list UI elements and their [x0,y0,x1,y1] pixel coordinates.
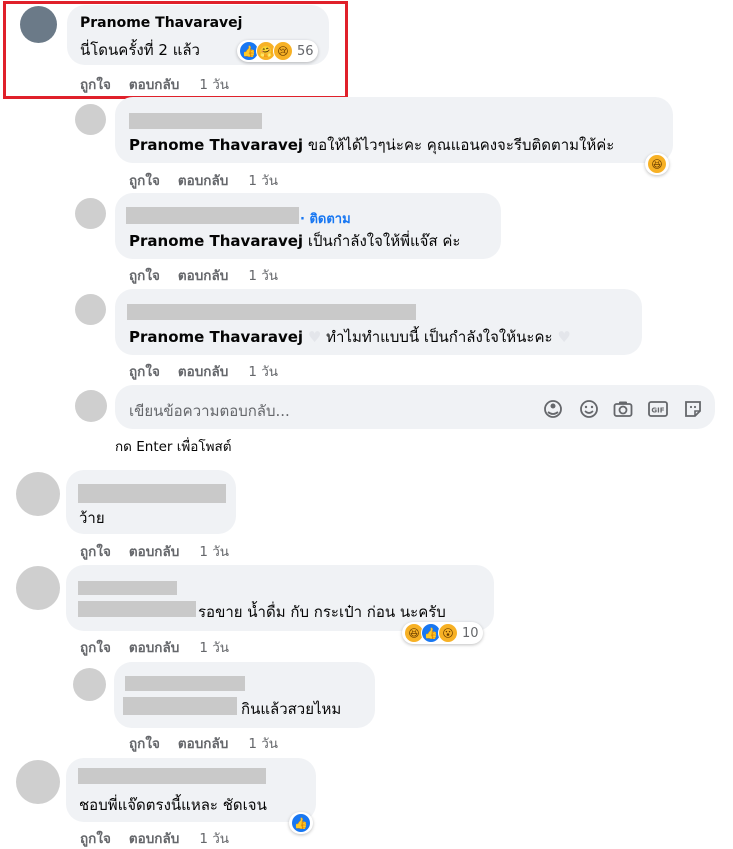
mentioned-author[interactable]: Pranome Thavaravej [129,232,303,250]
timestamp[interactable]: 1 วัน [199,73,229,95]
comment-text: รอขาย น้ำดื่ม กับ กระเป๋า ก่อน นะครับ [198,603,446,621]
avatar[interactable] [16,472,60,516]
redacted-name [78,768,266,784]
like-button[interactable]: ถูกใจ [129,360,160,382]
reply-text: Pranome Thavaravej ♥ ทำไมทำแบบนี้ เป็นกำ… [129,325,571,349]
white-heart-icon: ♥ [307,328,322,346]
comment-actions: ถูกใจ ตอบกลับ 1 วัน [80,73,229,95]
reply-button[interactable]: ตอบกลับ [178,360,228,382]
avatar[interactable] [75,198,106,229]
reply-body: ขอให้ได้ไวๆน่ะคะ คุณแอนคงจะรีบติดตามให้ค… [307,136,615,154]
reply-button[interactable]: ตอบกลับ [129,636,179,658]
emoji-icon[interactable] [578,398,600,420]
comment-actions: ถูกใจ ตอบกลับ 1 วัน [129,264,278,286]
reaction-summary[interactable]: 👍 🤗 😢 56 [237,40,318,62]
timestamp[interactable]: 1 วัน [199,636,229,658]
like-button[interactable]: ถูกใจ [80,73,111,95]
comment-text: กินแล้วสวยไหม [241,700,342,718]
reply-input-placeholder[interactable]: เขียนข้อความตอบกลับ... [129,399,290,423]
like-button[interactable]: ถูกใจ [129,264,160,286]
redacted-name [129,113,262,129]
reply-text: Pranome Thavaravej ขอให้ได้ไวๆน่ะคะ คุณแ… [129,133,614,157]
comment-text: นี่โดนครั้งที่ 2 แล้ว [80,41,200,59]
comment-actions: ถูกใจ ตอบกลับ 1 วัน [129,169,278,191]
camera-icon[interactable] [612,398,634,420]
avatar[interactable] [20,6,57,43]
like-icon: 👍 [291,813,311,833]
gif-icon[interactable]: GIF [647,398,669,420]
timestamp[interactable]: 1 วัน [248,732,278,754]
follow-button[interactable]: · ติดตาม [300,208,351,229]
sad-icon: 😢 [273,41,293,61]
reply-text: Pranome Thavaravej เป็นกำลังใจให้พี่แจ๊ส… [129,229,460,253]
avatar [75,390,107,422]
sticker-icon[interactable] [682,398,704,420]
comment-actions: ถูกใจ ตอบกลับ 1 วัน [80,636,229,658]
white-heart-icon: ♥ [557,328,571,346]
comment-author[interactable]: Pranome Thavaravej [80,15,242,31]
mentioned-author[interactable]: Pranome Thavaravej [129,136,303,154]
like-button[interactable]: ถูกใจ [80,636,111,658]
svg-text:GIF: GIF [651,407,664,415]
timestamp[interactable]: 1 วัน [248,264,278,286]
redacted-name [78,484,226,503]
redacted-mention [78,601,196,617]
redacted-name [125,676,245,691]
reply-button[interactable]: ตอบกลับ [178,732,228,754]
reply-button[interactable]: ตอบกลับ [178,264,228,286]
reaction-summary[interactable]: 😆 [645,153,669,175]
like-button[interactable]: ถูกใจ [80,827,111,849]
haha-icon: 😆 [647,154,667,174]
enter-to-post-hint: กด Enter เพื่อโพสต์ [115,439,232,455]
reply-button[interactable]: ตอบกลับ [129,73,179,95]
reaction-count: 56 [297,43,314,59]
redacted-mention [123,697,237,715]
avatar[interactable] [16,566,60,610]
avatar[interactable] [16,760,60,804]
avatar[interactable] [75,294,106,325]
comment-text: ชอบพี่แจ๊ดตรงนี้แหละ ชัดเจน [79,796,267,814]
timestamp[interactable]: 1 วัน [248,169,278,191]
reply-button[interactable]: ตอบกลับ [178,169,228,191]
like-button[interactable]: ถูกใจ [129,169,160,191]
comment-actions: ถูกใจ ตอบกลับ 1 วัน [80,540,229,562]
reply-body: ทำไมทำแบบนี้ เป็นกำลังใจให้นะคะ [326,328,553,346]
avatar[interactable] [73,668,106,701]
timestamp[interactable]: 1 วัน [199,827,229,849]
reply-body: เป็นกำลังใจให้พี่แจ๊ส ค่ะ [307,232,461,250]
reply-button[interactable]: ตอบกลับ [129,827,179,849]
redacted-name [78,581,177,595]
like-button[interactable]: ถูกใจ [80,540,111,562]
redacted-name [126,207,299,224]
like-button[interactable]: ถูกใจ [129,732,160,754]
comment-actions: ถูกใจ ตอบกลับ 1 วัน [129,360,278,382]
reaction-summary[interactable]: 😆 👍 😮 10 [402,622,483,644]
redacted-name [127,304,416,320]
reaction-summary[interactable]: 👍 [289,812,313,834]
reply-button[interactable]: ตอบกลับ [129,540,179,562]
comment-text: ว้าย [79,509,105,527]
avatar-sticker-icon[interactable] [542,398,564,420]
timestamp[interactable]: 1 วัน [248,360,278,382]
timestamp[interactable]: 1 วัน [199,540,229,562]
comment-actions: ถูกใจ ตอบกลับ 1 วัน [80,827,229,849]
avatar[interactable] [75,104,106,135]
wow-icon: 😮 [438,623,458,643]
reaction-count: 10 [462,625,479,641]
mentioned-author[interactable]: Pranome Thavaravej [129,328,303,346]
comment-actions: ถูกใจ ตอบกลับ 1 วัน [129,732,278,754]
